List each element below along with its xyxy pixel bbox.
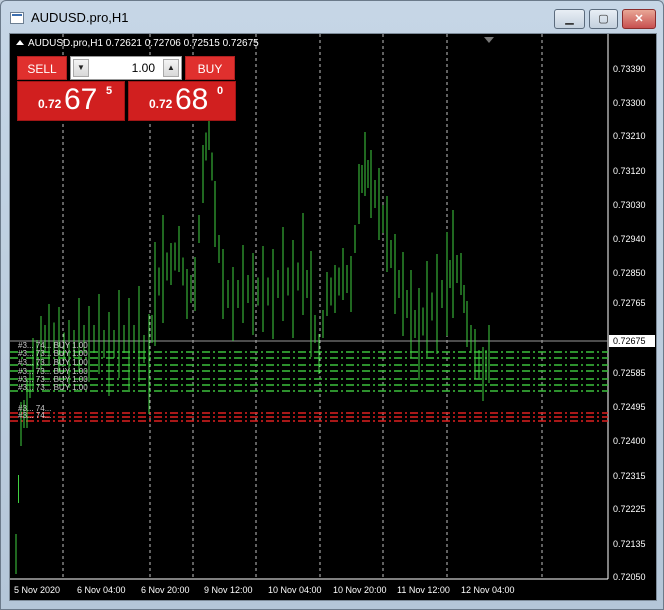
buy-price-button[interactable]: 0.72 68 0 (128, 81, 236, 121)
time-axis-label: 10 Nov 20:00 (333, 585, 387, 595)
price-axis-label: 0.72050 (613, 572, 646, 582)
buy-price-pipette: 0 (217, 85, 224, 97)
price-axis-label: 0.72225 (613, 504, 646, 514)
lot-size-value[interactable]: 1.00 (93, 61, 159, 75)
collapse-triangle-icon[interactable] (16, 40, 24, 45)
price-axis-label: 0.73030 (613, 200, 646, 210)
buy-price-prefix: 0.72 (149, 97, 173, 111)
buy-button[interactable]: BUY (185, 56, 235, 80)
close-button[interactable]: ✕ (622, 9, 656, 29)
shift-marker-icon[interactable] (484, 37, 494, 43)
time-axis-label: 10 Nov 04:00 (268, 585, 322, 595)
chart-header-text: AUDUSD.pro,H1 0.72621 0.72706 0.72515 0.… (28, 38, 259, 49)
price-chart[interactable]: AUDUSD.pro,H1 0.72621 0.72706 0.72515 0.… (9, 33, 657, 601)
sell-button[interactable]: SELL (17, 56, 67, 80)
sell-price-prefix: 0.72 (38, 97, 62, 111)
lot-size-field[interactable]: ▼ 1.00 ▲ (70, 56, 182, 80)
order-line-label[interactable]: #3... 73... BUY 1.00 (18, 358, 88, 367)
price-axis-label: 0.72850 (613, 268, 646, 278)
time-axis-label: 12 Nov 04:00 (461, 585, 515, 595)
order-line-label[interactable]: #3... 73... BUY 1.00 (18, 349, 88, 358)
maximize-button[interactable]: ▢ (589, 9, 618, 29)
terminal-window: AUDUSD.pro,H1 ▁ ▢ ✕ AUDUSD.pro,H1 0.7262… (0, 0, 664, 610)
sell-price-main: 67 (64, 83, 98, 116)
current-price-label: 0.72675 (609, 335, 655, 347)
price-axis-label: 0.73390 (613, 64, 646, 74)
one-click-trading-panel: SELL ▼ 1.00 ▲ BUY 0.72 67 5 0.72 68 0 (17, 56, 237, 121)
price-axis-label: 0.72940 (613, 234, 646, 244)
minimize-button[interactable]: ▁ (554, 9, 585, 29)
price-axis-label: 0.73300 (613, 98, 646, 108)
chart-header: AUDUSD.pro,H1 0.72621 0.72706 0.72515 0.… (16, 38, 259, 49)
sell-price-pipette: 5 (106, 85, 113, 97)
time-axis-label: 11 Nov 12:00 (397, 585, 450, 595)
price-axis-label: 0.72135 (613, 539, 646, 549)
lot-increase-icon[interactable]: ▲ (163, 59, 179, 77)
price-axis-label: 0.72765 (613, 298, 646, 308)
sell-price-button[interactable]: 0.72 67 5 (17, 81, 125, 121)
title-bar[interactable]: AUDUSD.pro,H1 ▁ ▢ ✕ (1, 1, 663, 33)
order-line-label[interactable]: #3... 73... BUY 1.00 (18, 383, 88, 392)
buy-price-main: 68 (175, 83, 209, 116)
time-axis-label: 5 Nov 2020 (14, 585, 61, 595)
price-axis-label: 0.72400 (613, 436, 646, 446)
lot-decrease-icon[interactable]: ▼ (73, 59, 89, 77)
price-axis-label: 0.72495 (613, 402, 646, 412)
time-axis-label: 6 Nov 20:00 (141, 585, 190, 595)
price-axis-label: 0.72315 (613, 471, 646, 481)
time-axis-label: 9 Nov 12:00 (204, 585, 253, 595)
price-axis-label: 0.73210 (613, 131, 646, 141)
chart-window-icon (10, 12, 24, 24)
time-axis-label: 6 Nov 04:00 (77, 585, 126, 595)
order-line-label[interactable]: #3... 74... (18, 411, 51, 420)
price-axis-label: 0.72585 (613, 368, 646, 378)
window-title: AUDUSD.pro,H1 (31, 10, 129, 25)
price-axis-label: 0.73120 (613, 166, 646, 176)
